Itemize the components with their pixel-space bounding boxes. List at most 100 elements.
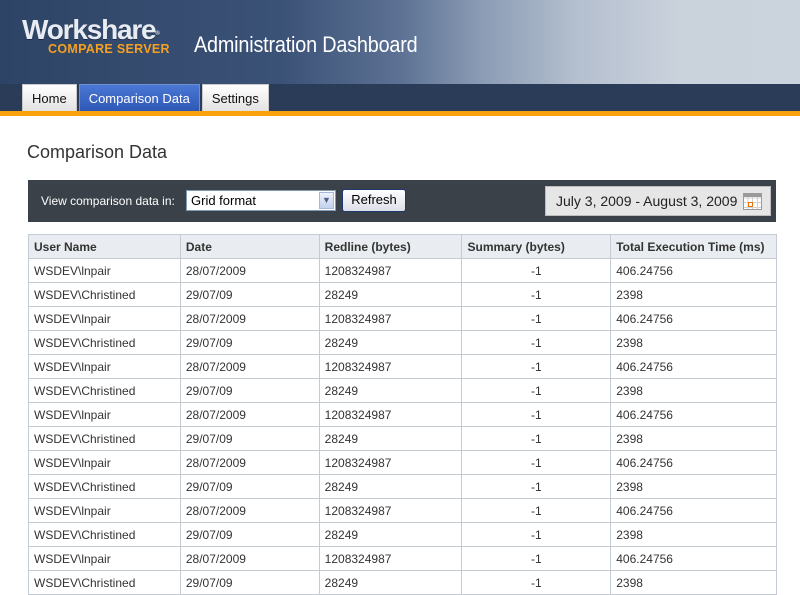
cell-summary: -1 — [461, 426, 612, 451]
comparison-data-table: User Name Date Redline (bytes) Summary (… — [28, 234, 777, 595]
table-row[interactable]: WSDEV\Christined 29/07/09 28249 -1 2398 — [28, 282, 777, 307]
table-row[interactable]: WSDEV\lnpair 28/07/2009 1208324987 -1 406.24… — [28, 306, 777, 331]
view-format-select[interactable]: Grid format ▼ — [186, 190, 336, 211]
table-row[interactable]: WSDEV\Christined 29/07/09 28249 -1 2398 — [28, 330, 777, 355]
cell-summary: -1 — [461, 570, 612, 595]
cell-summary: -1 — [461, 522, 612, 547]
cell-user-name: WSDEV\lnpair — [28, 498, 181, 523]
cell-date: 29/07/09 — [179, 282, 320, 307]
cell-execution-time: 406.24756 — [610, 402, 777, 427]
page-title: Comparison Data — [27, 142, 168, 162]
table-row[interactable]: WSDEV\lnpair 28/07/2009 1208324987 -1 406.24… — [28, 354, 777, 379]
cell-user-name: WSDEV\lnpair — [28, 546, 181, 571]
app-header: Workshare® COMPARE SERVER Administration… — [0, 0, 800, 84]
tab-home[interactable]: Home — [22, 84, 77, 111]
cell-date: 28/07/2009 — [179, 306, 320, 331]
cell-redline: 28249 — [318, 330, 463, 355]
cell-redline: 28249 — [318, 570, 463, 595]
cell-user-name: WSDEV\lnpair — [28, 306, 181, 331]
table-row[interactable]: WSDEV\Christined 29/07/09 28249 -1 2398 — [28, 474, 777, 499]
cell-summary: -1 — [461, 402, 612, 427]
cell-date: 29/07/09 — [179, 378, 320, 403]
table-row[interactable]: WSDEV\lnpair 28/07/2009 1208324987 -1 406.24… — [28, 546, 777, 571]
cell-date: 28/07/2009 — [179, 258, 320, 283]
cell-redline: 28249 — [318, 378, 463, 403]
table-body: WSDEV\lnpair 28/07/2009 1208324987 -1 406.24… — [28, 258, 777, 595]
cell-summary: -1 — [461, 378, 612, 403]
cell-summary: -1 — [461, 498, 612, 523]
cell-summary: -1 — [461, 306, 612, 331]
cell-redline: 1208324987 — [318, 354, 463, 379]
nav-tabs: Home Comparison Data Settings — [22, 84, 269, 111]
logo-wordmark: Workshare — [22, 14, 157, 45]
table-header-row: User Name Date Redline (bytes) Summary (… — [28, 234, 777, 259]
table-row[interactable]: WSDEV\lnpair 28/07/2009 1208324987 -1 406.24… — [28, 402, 777, 427]
cell-date: 28/07/2009 — [179, 546, 320, 571]
view-format-label: View comparison data in: — [41, 194, 175, 208]
cell-user-name: WSDEV\Christined — [28, 330, 181, 355]
cell-date: 29/07/09 — [179, 570, 320, 595]
cell-execution-time: 406.24756 — [610, 450, 777, 475]
cell-redline: 28249 — [318, 474, 463, 499]
main-nav: Home Comparison Data Settings — [0, 84, 800, 111]
tab-comparison-data[interactable]: Comparison Data — [78, 84, 200, 111]
cell-date: 28/07/2009 — [179, 498, 320, 523]
cell-user-name: WSDEV\lnpair — [28, 402, 181, 427]
cell-redline: 1208324987 — [318, 546, 463, 571]
cell-execution-time: 406.24756 — [610, 354, 777, 379]
column-header-user-name[interactable]: User Name — [28, 234, 181, 259]
calendar-icon[interactable] — [743, 193, 762, 210]
cell-user-name: WSDEV\Christined — [28, 570, 181, 595]
cell-redline: 1208324987 — [318, 498, 463, 523]
cell-date: 29/07/09 — [179, 330, 320, 355]
view-format-selected-value: Grid format — [191, 193, 257, 208]
cell-summary: -1 — [461, 258, 612, 283]
cell-redline: 28249 — [318, 426, 463, 451]
column-header-execution-time[interactable]: Total Execution Time (ms) — [610, 234, 777, 259]
cell-user-name: WSDEV\lnpair — [28, 450, 181, 475]
table-row[interactable]: WSDEV\lnpair 28/07/2009 1208324987 -1 406.24… — [28, 258, 777, 283]
table-row[interactable]: WSDEV\Christined 29/07/09 28249 -1 2398 — [28, 570, 777, 595]
cell-execution-time: 2398 — [610, 282, 777, 307]
table-row[interactable]: WSDEV\Christined 29/07/09 28249 -1 2398 — [28, 378, 777, 403]
logo-main-text: Workshare® — [22, 14, 160, 45]
cell-execution-time: 2398 — [610, 570, 777, 595]
cell-date: 29/07/09 — [179, 474, 320, 499]
nav-accent-bar — [0, 111, 800, 116]
cell-user-name: WSDEV\Christined — [28, 426, 181, 451]
cell-summary: -1 — [461, 330, 612, 355]
table-row[interactable]: WSDEV\Christined 29/07/09 28249 -1 2398 — [28, 426, 777, 451]
cell-summary: -1 — [461, 474, 612, 499]
cell-summary: -1 — [461, 354, 612, 379]
workshare-logo: Workshare® COMPARE SERVER — [22, 14, 170, 56]
cell-date: 29/07/09 — [179, 522, 320, 547]
cell-user-name: WSDEV\Christined — [28, 522, 181, 547]
column-header-date[interactable]: Date — [179, 234, 320, 259]
table-row[interactable]: WSDEV\Christined 29/07/09 28249 -1 2398 — [28, 522, 777, 547]
cell-date: 28/07/2009 — [179, 354, 320, 379]
column-header-redline[interactable]: Redline (bytes) — [318, 234, 463, 259]
cell-redline: 1208324987 — [318, 258, 463, 283]
cell-execution-time: 2398 — [610, 378, 777, 403]
cell-summary: -1 — [461, 282, 612, 307]
cell-summary: -1 — [461, 450, 612, 475]
cell-redline: 1208324987 — [318, 450, 463, 475]
cell-redline: 28249 — [318, 522, 463, 547]
cell-execution-time: 406.24756 — [610, 258, 777, 283]
date-range-picker[interactable]: July 3, 2009 - August 3, 2009 — [545, 186, 771, 216]
chevron-down-icon[interactable]: ▼ — [319, 192, 334, 209]
tab-settings[interactable]: Settings — [201, 84, 269, 111]
table-row[interactable]: WSDEV\lnpair 28/07/2009 1208324987 -1 406.24… — [28, 498, 777, 523]
cell-summary: -1 — [461, 546, 612, 571]
table-row[interactable]: WSDEV\lnpair 28/07/2009 1208324987 -1 406.24… — [28, 450, 777, 475]
filter-toolbar: View comparison data in: Grid format ▼ R… — [28, 180, 776, 222]
cell-date: 28/07/2009 — [179, 402, 320, 427]
cell-execution-time: 406.24756 — [610, 498, 777, 523]
column-header-summary[interactable]: Summary (bytes) — [461, 234, 612, 259]
date-range-text: July 3, 2009 - August 3, 2009 — [556, 193, 738, 209]
cell-redline: 1208324987 — [318, 402, 463, 427]
cell-execution-time: 406.24756 — [610, 546, 777, 571]
app-title: Administration Dashboard — [194, 32, 418, 57]
refresh-button[interactable]: Refresh — [342, 189, 406, 212]
cell-execution-time: 2398 — [610, 474, 777, 499]
